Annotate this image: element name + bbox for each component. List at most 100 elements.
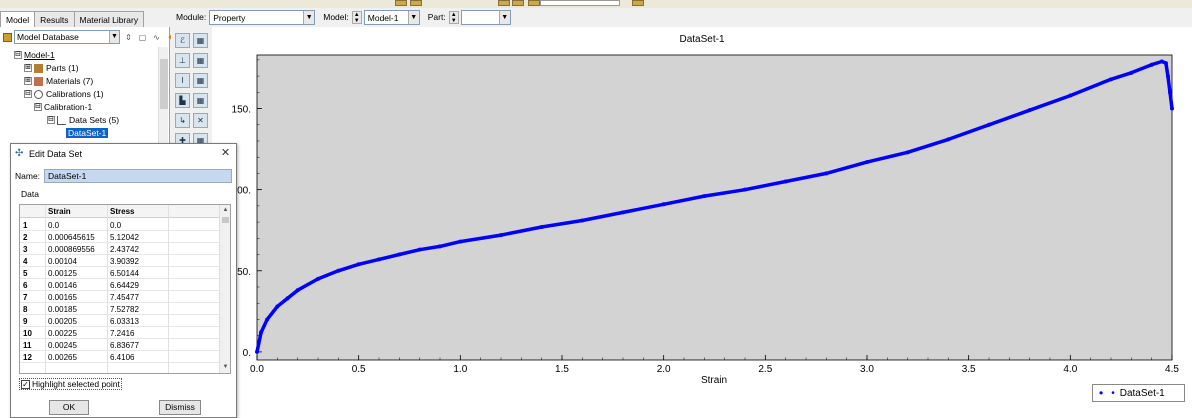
collapse-icon[interactable]: ⊟ [14,51,22,59]
table-row[interactable]: 7 0.00165 7.45477 [20,291,220,303]
table-cell-strain[interactable]: 0.000869556 [48,245,95,254]
table-cell-stress[interactable]: 7.45477 [110,293,139,302]
link-icon[interactable]: ∿ [151,32,162,43]
table-cell-stress[interactable]: 3.90392 [110,257,139,266]
plot-viewport[interactable]: DataSet-1 0.0 0.5 1.0 1.5 2.0 2.5 3.0 3.5 4.0 4.5… [212,27,1192,418]
tab-model[interactable]: Model [0,11,36,27]
table-cell-stress[interactable]: 2.43742 [110,245,139,254]
model-stepper[interactable]: ▲ ▼ [351,10,362,24]
table-row[interactable]: 9 0.00205 6.03313 [20,315,220,327]
tree-node-dataset-1[interactable]: DataSet-1 [66,127,109,139]
table-cell-strain[interactable]: 0.0 [48,221,59,230]
data-table[interactable]: Strain Stress 1 0.0 0.0 2 0.000645615 5.12042… [19,204,231,374]
table-cell-strain[interactable]: 0.00225 [48,329,77,338]
table-cell-stress[interactable]: 7.2416 [110,329,134,338]
table-row[interactable]: 12 0.00265 6.4106 [20,351,220,363]
tab-results[interactable]: Results [34,11,75,27]
scrollbar-thumb[interactable] [160,59,168,109]
table-cell-stress[interactable]: 0.0 [110,221,121,230]
toolbar-tool-icon[interactable] [632,0,644,6]
tree-node-calibration-1[interactable]: ⊟ Calibration-1 [34,101,92,113]
tree-node-model[interactable]: ⊟ Model-1 [14,49,55,61]
section-create-icon[interactable]: ⊥ [175,53,190,68]
collapse-icon[interactable]: ⊟ [24,90,32,98]
name-field[interactable]: DataSet-1 [44,169,233,183]
table-cell-strain[interactable]: 0.00104 [48,257,77,266]
toolbar-tool-icon[interactable] [498,0,510,6]
scroll-up-icon[interactable]: ▲ [221,206,230,215]
table-cell-stress[interactable]: 5.12042 [110,233,139,242]
table-row[interactable]: 4 0.00104 3.90392 [20,255,220,267]
profile-manager-icon[interactable]: ▦ [193,73,208,88]
table-row[interactable]: 5 0.00125 6.50144 [20,267,220,279]
ok-button[interactable]: OK [49,400,89,415]
expand-icon[interactable]: ⊞ [24,64,32,72]
table-cell-stress[interactable]: 6.50144 [110,269,139,278]
tree-node-parts[interactable]: ⊞ Parts (1) [24,62,79,74]
dismiss-button[interactable]: Dismiss [159,400,201,415]
table-cell-stress[interactable]: 6.4106 [110,353,134,362]
collapse-icon[interactable]: ⊟ [34,103,42,111]
special-tool-icon[interactable]: ✕ [193,113,208,128]
part-select[interactable]: ▼ [460,9,511,25]
table-cell-strain[interactable]: 0.00245 [48,341,77,350]
table-cell-strain[interactable]: 0.00125 [48,269,77,278]
section-manager-icon[interactable]: ▦ [193,53,208,68]
table-row[interactable]: 11 0.00245 6.83677 [20,339,220,351]
tree-node-calibrations[interactable]: ⊟ Calibrations (1) [24,88,104,100]
tree-scrollbar[interactable] [158,47,168,157]
close-icon[interactable]: ✕ [220,148,231,159]
database-icon [3,32,12,42]
data-point [275,304,280,309]
table-cell-stress[interactable]: 6.03313 [110,317,139,326]
scrollbar-thumb[interactable] [222,217,229,223]
table-scrollbar[interactable]: ▲ ▼ [219,205,230,373]
module-select[interactable]: Property ▼ [209,9,316,25]
table-cell-strain[interactable]: 0.00265 [48,353,77,362]
material-create-icon[interactable]: ℰ [175,33,190,48]
dialog-title-bar[interactable]: ✣ Edit Data Set [11,144,236,164]
plot-area[interactable] [256,54,1173,361]
toolbar-tool-icon[interactable] [528,0,540,6]
table-cell-stress[interactable]: 6.64429 [110,281,139,290]
collapse-icon[interactable]: ⊟ [47,116,55,124]
tree-node-materials[interactable]: ⊞ Materials (7) [24,75,93,87]
profile-create-icon[interactable]: I [175,73,190,88]
database-select[interactable]: Model Database ▼ [14,30,120,44]
orientation-icon[interactable]: ↳ [175,113,190,128]
assignment-manager-icon[interactable]: ▦ [193,93,208,108]
table-cell-stress[interactable]: 7.52782 [110,305,139,314]
model-select[interactable]: Model-1 ▼ [363,9,420,25]
table-cell-strain[interactable]: 0.00165 [48,293,77,302]
material-manager-icon[interactable]: ▦ [193,33,208,48]
table-row[interactable]: 2 0.000645615 5.12042 [20,231,220,243]
toolbar-tool-icon[interactable] [395,0,407,6]
expand-icon[interactable]: ⊞ [24,77,32,85]
table-cell-stress[interactable]: 6.83677 [110,341,139,350]
tab-material-library[interactable]: Material Library [73,11,145,27]
table-cell-strain[interactable]: 0.00205 [48,317,77,326]
checkmark-icon[interactable]: ✓ [21,379,30,389]
data-point [905,150,910,155]
filter-icon[interactable]: ▢ [137,32,148,43]
tree-node-datasets[interactable]: ⊟ Data Sets (5) [47,114,119,126]
sort-icon[interactable]: ⇕ [123,32,134,43]
data-point [702,194,707,199]
toolbar-field[interactable] [540,0,620,6]
table-row[interactable]: 3 0.000869556 2.43742 [20,243,220,255]
part-stepper[interactable]: ▲ ▼ [448,10,459,24]
table-cell-strain[interactable]: 0.00185 [48,305,77,314]
table-row[interactable]: 10 0.00225 7.2416 [20,327,220,339]
toolbar-tool-icon[interactable] [410,0,422,6]
scroll-down-icon[interactable]: ▼ [221,363,230,372]
highlight-selected-point-checkbox[interactable]: ✓ Highlight selected point [19,378,122,390]
x-tick-label: 3.5 [962,364,976,375]
table-row[interactable]: 6 0.00146 6.64429 [20,279,220,291]
table-row[interactable]: 8 0.00185 7.52782 [20,303,220,315]
table-cell-strain[interactable]: 0.00146 [48,281,77,290]
table-cell-strain[interactable]: 0.000645615 [48,233,95,242]
xy-plot[interactable]: DataSet-1 0.0 0.5 1.0 1.5 2.0 2.5 3.0 3.5 4.0 4.5… [212,27,1192,418]
toolbar-tool-icon[interactable] [512,0,524,6]
assign-section-icon[interactable]: ▙ [175,93,190,108]
table-row[interactable]: 1 0.0 0.0 [20,219,220,231]
